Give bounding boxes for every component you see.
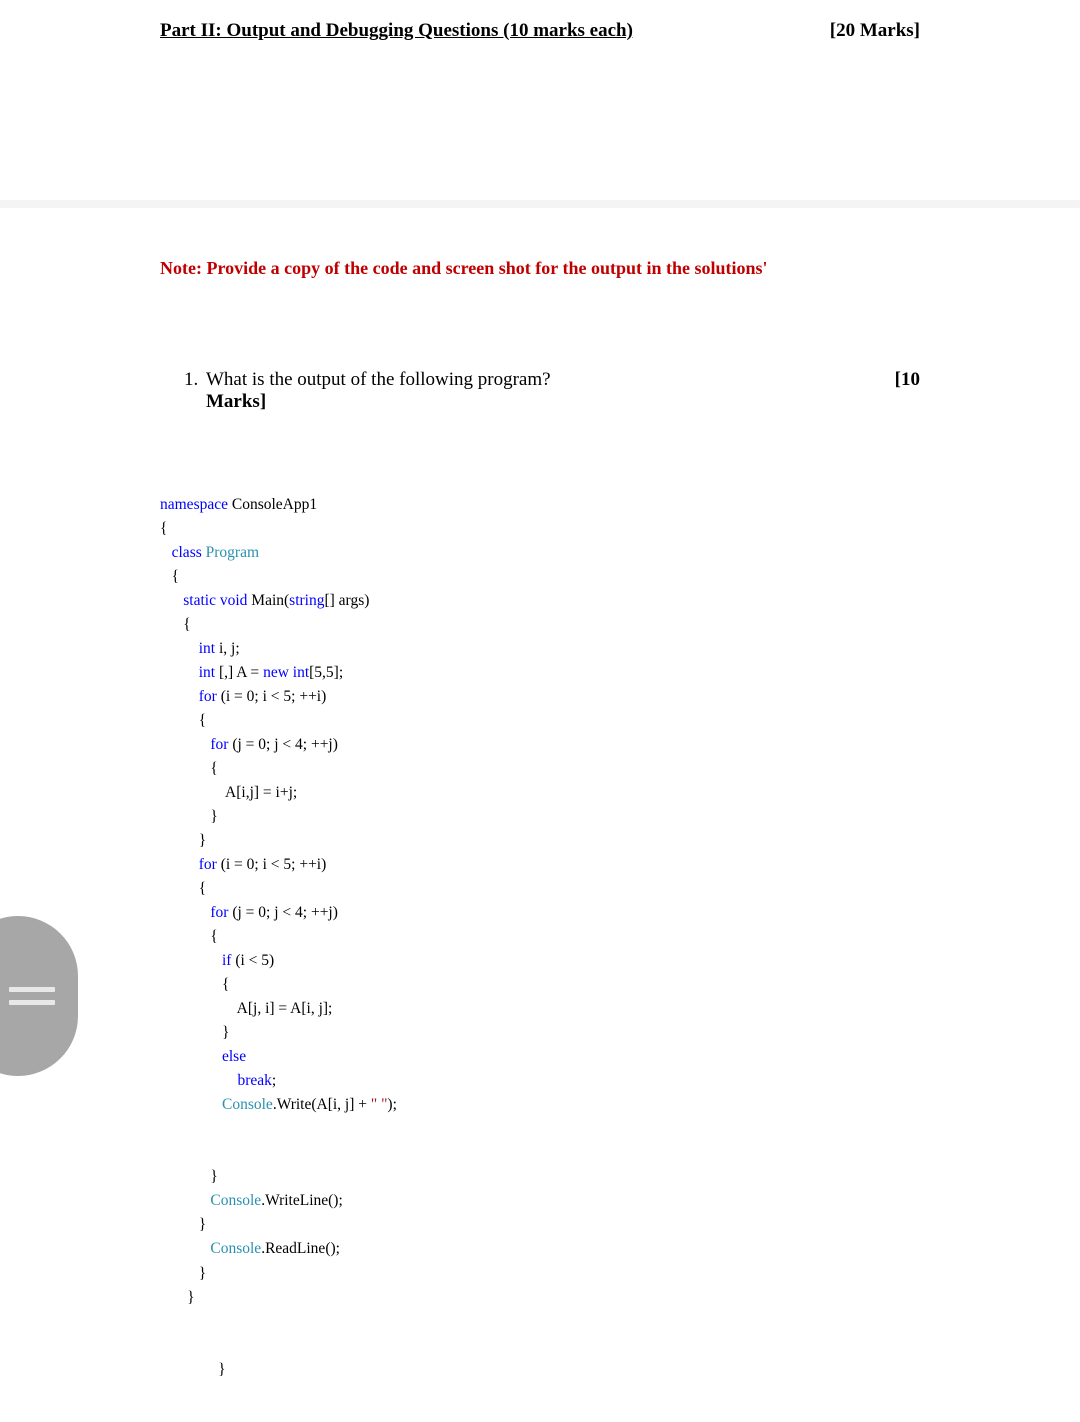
str-space: " " xyxy=(371,1096,388,1113)
bottom-section: Note: Provide a copy of the code and scr… xyxy=(0,208,1080,1422)
code-text: A[j, i] = A[i, j]; xyxy=(237,1000,333,1017)
code-text: { xyxy=(199,880,206,897)
kw-for: for xyxy=(199,856,217,873)
code-text: (j = 0; j < 4; ++j) xyxy=(228,904,337,921)
question-marks-right: [10 xyxy=(895,369,920,413)
cls-console: Console xyxy=(222,1096,273,1113)
code-text: { xyxy=(172,568,179,585)
code-text: } xyxy=(199,1265,206,1282)
kw-break: break xyxy=(238,1072,272,1089)
code-text: (j = 0; j < 4; ++j) xyxy=(228,736,337,753)
question-1: 1. What is the output of the following p… xyxy=(184,369,920,413)
code-text: [,] A = xyxy=(215,664,263,681)
code-text: ; xyxy=(272,1072,276,1089)
document-page: Part II: Output and Debugging Questions … xyxy=(0,0,1080,1422)
kw-namespace: namespace xyxy=(160,496,228,513)
kw-int2: int xyxy=(289,664,309,681)
code-text: { xyxy=(210,760,217,777)
kw-class: class xyxy=(172,544,202,561)
cls-console: Console xyxy=(210,1240,261,1257)
code-text: } xyxy=(199,832,206,849)
question-text-wrap: What is the output of the following prog… xyxy=(206,369,551,413)
menu-bar-icon xyxy=(9,987,55,992)
section-title: Part II: Output and Debugging Questions … xyxy=(160,20,633,42)
code-text: } xyxy=(218,1361,225,1378)
kw-for: for xyxy=(210,904,228,921)
code-text: .ReadLine(); xyxy=(261,1240,340,1257)
code-text: (i = 0; i < 5; ++i) xyxy=(217,856,326,873)
kw-for: for xyxy=(210,736,228,753)
code-text: { xyxy=(199,712,206,729)
code-text: { xyxy=(222,976,229,993)
code-text: ConsoleApp1 xyxy=(228,496,317,513)
kw-else: else xyxy=(222,1048,246,1065)
question-text: What is the output of the following prog… xyxy=(206,369,551,391)
kw-for: for xyxy=(199,688,217,705)
question-marks-trail: Marks] xyxy=(206,391,266,412)
code-text: } xyxy=(199,1216,206,1233)
code-text: } xyxy=(210,1168,217,1185)
code-text: ); xyxy=(387,1096,396,1113)
code-text: (i < 5) xyxy=(231,952,274,969)
code-text: [] args) xyxy=(324,592,369,609)
code-text: } xyxy=(210,808,217,825)
kw-new: new xyxy=(263,664,289,681)
code-text: A[i,j] = i+j; xyxy=(225,784,297,801)
page-divider xyxy=(0,200,1080,208)
kw-int: int xyxy=(199,664,215,681)
code-text: .WriteLine(); xyxy=(261,1192,343,1209)
menu-bar-icon xyxy=(9,1000,55,1005)
code-text: { xyxy=(160,520,167,537)
kw-void: void xyxy=(216,592,247,609)
kw-string: string xyxy=(289,592,324,609)
question-body: What is the output of the following prog… xyxy=(206,369,920,413)
cls-program: Program xyxy=(202,544,259,561)
code-block: namespace ConsoleApp1 { class Program { … xyxy=(160,493,920,1382)
question-number: 1. xyxy=(184,369,206,391)
kw-int: int xyxy=(199,640,215,657)
note-text: Note: Provide a copy of the code and scr… xyxy=(160,258,920,279)
kw-static: static xyxy=(183,592,216,609)
code-text: i, j; xyxy=(215,640,240,657)
section-marks: [20 Marks] xyxy=(830,20,920,42)
code-text: { xyxy=(210,928,217,945)
code-text: } xyxy=(187,1289,194,1306)
top-section: Part II: Output and Debugging Questions … xyxy=(0,0,1080,200)
code-text: } xyxy=(222,1024,229,1041)
code-text: { xyxy=(183,616,190,633)
code-text: [5,5]; xyxy=(309,664,343,681)
code-text: .Write(A[i, j] + xyxy=(273,1096,371,1113)
code-text: Main( xyxy=(247,592,289,609)
code-text: (i = 0; i < 5; ++i) xyxy=(217,688,326,705)
cls-console: Console xyxy=(210,1192,261,1209)
header-row: Part II: Output and Debugging Questions … xyxy=(160,20,920,42)
